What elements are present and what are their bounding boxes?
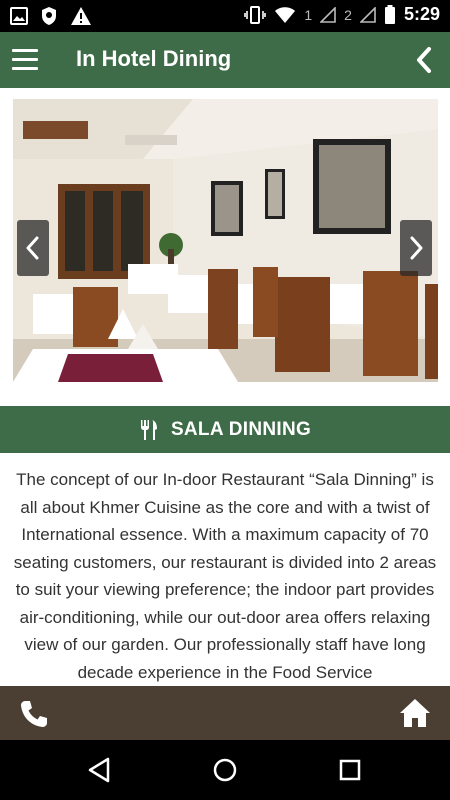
battery-icon (384, 4, 395, 24)
wifi-icon (275, 6, 296, 23)
sim1-label: 1 (304, 6, 313, 23)
slider-next-button[interactable] (400, 220, 432, 276)
clock: 5:29 (403, 4, 440, 24)
image-slider[interactable] (13, 99, 438, 382)
notification-icons (10, 6, 92, 26)
page-title: In Hotel Dining (76, 46, 232, 71)
signal-icon (320, 6, 336, 23)
restaurant-description: The concept of our In-door Restaurant “S… (13, 470, 437, 682)
vpn-shield-icon (42, 7, 56, 25)
home-icon[interactable] (398, 696, 432, 730)
chevron-left-icon[interactable] (412, 46, 436, 74)
square-recents-icon[interactable] (336, 756, 364, 784)
system-status-icons: 1 2 5:29 (244, 4, 440, 25)
chevron-right-icon (410, 236, 423, 260)
bottom-action-bar (0, 686, 450, 740)
hamburger-menu-icon[interactable] (12, 49, 38, 71)
phone-icon[interactable] (18, 698, 50, 730)
image-icon (10, 7, 28, 25)
chevron-left-icon (26, 236, 39, 260)
signal-icon (359, 6, 376, 23)
triangle-back-icon[interactable] (86, 756, 114, 784)
sim2-label: 2 (344, 6, 352, 23)
slider-prev-button[interactable] (17, 220, 49, 276)
section-title: SALA DINNING (170, 418, 312, 440)
system-navigation-bar (0, 740, 450, 800)
fork-knife-icon (140, 419, 157, 440)
restaurant-photo (13, 99, 438, 382)
circle-home-icon[interactable] (211, 756, 239, 784)
vibrate-icon (244, 5, 267, 24)
app-bar: In Hotel Dining (0, 32, 450, 88)
section-header: SALA DINNING (0, 406, 450, 453)
main-content: SALA DINNING The concept of our In-door … (0, 88, 450, 686)
warning-icon (71, 7, 91, 25)
status-bar: 1 2 5:29 (0, 0, 450, 32)
